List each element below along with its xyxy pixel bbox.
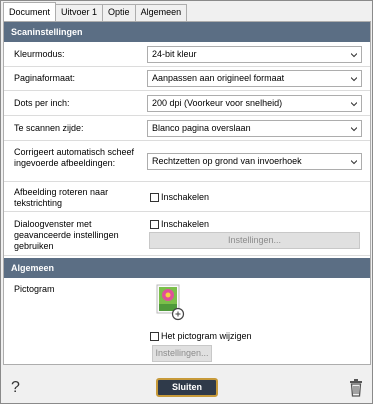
deskew-label: Corrigeert automatisch scheef ingevoerde…: [14, 147, 135, 168]
row-scan-side: Te scannen zijde: Blanco pagina overslaa…: [4, 116, 370, 141]
advanced-settings-button[interactable]: Instellingen...: [149, 232, 360, 249]
row-rotate: Afbeelding roteren naar tekstrichting In…: [4, 182, 370, 212]
dpi-select[interactable]: 200 dpi (Voorkeur voor snelheid): [147, 95, 362, 112]
trash-icon[interactable]: [349, 379, 363, 397]
scan-side-select[interactable]: Blanco pagina overslaan: [147, 120, 362, 137]
row-advanced: Dialoogvenster met geavanceerde instelli…: [4, 212, 370, 256]
color-mode-value: 24-bit kleur: [152, 49, 197, 59]
scan-side-value: Blanco pagina overslaan: [152, 123, 251, 133]
advanced-checkbox[interactable]: [150, 219, 159, 229]
change-icon-checkbox-label: Het pictogram wijzigen: [161, 331, 252, 341]
page-format-value: Aanpassen aan origineel formaat: [152, 73, 285, 83]
section-header-scan: Scaninstellingen: [4, 22, 370, 42]
deskew-value: Rechtzetten op grond van invoerhoek: [152, 156, 302, 166]
dialog-footer: ? Sluiten: [1, 367, 372, 403]
tab-output-1[interactable]: Uitvoer 1: [55, 4, 104, 21]
row-page-format: Paginaformaat: Aanpassen aan origineel f…: [4, 67, 370, 91]
rotate-checkbox-label: Inschakelen: [161, 192, 210, 202]
advanced-label: Dialoogvenster met geavanceerde instelli…: [14, 219, 119, 251]
icon-settings-button[interactable]: Instellingen...: [152, 345, 212, 362]
tab-document[interactable]: Document: [3, 2, 57, 21]
tab-option[interactable]: Optie: [102, 4, 136, 21]
page-format-label: Paginaformaat:: [14, 73, 76, 83]
dpi-value: 200 dpi (Voorkeur voor snelheid): [152, 98, 283, 108]
tab-bar: Document Uitvoer 1 Optie Algemeen: [3, 2, 188, 21]
color-mode-label: Kleurmodus:: [14, 49, 65, 59]
row-dpi: Dots per inch: 200 dpi (Voorkeur voor sn…: [4, 91, 370, 116]
scan-side-label: Te scannen zijde:: [14, 123, 84, 133]
chevron-down-icon: [351, 53, 357, 58]
change-icon-checkbox-group[interactable]: Het pictogram wijzigen: [150, 331, 252, 341]
rotate-checkbox[interactable]: [150, 192, 159, 202]
row-deskew: Corrigeert automatisch scheef ingevoerde…: [4, 141, 370, 182]
rotate-label: Afbeelding roteren naar tekstrichting: [14, 187, 109, 208]
image-thumbnail-icon: [156, 284, 185, 321]
help-icon[interactable]: ?: [11, 380, 20, 396]
close-button[interactable]: Sluiten: [156, 378, 218, 397]
icon-label: Pictogram: [14, 284, 55, 294]
chevron-down-icon: [351, 127, 357, 132]
section-header-general: Algemeen: [4, 258, 370, 278]
color-mode-select[interactable]: 24-bit kleur: [147, 46, 362, 63]
rotate-checkbox-group[interactable]: Inschakelen: [150, 192, 209, 202]
advanced-checkbox-group[interactable]: Inschakelen: [150, 219, 209, 229]
page-format-select[interactable]: Aanpassen aan origineel formaat: [147, 70, 362, 87]
dialog-window: Document Uitvoer 1 Optie Algemeen Scanin…: [0, 0, 373, 404]
chevron-down-icon: [351, 102, 357, 107]
chevron-down-icon: [351, 77, 357, 82]
advanced-checkbox-label: Inschakelen: [161, 219, 210, 229]
change-icon-checkbox[interactable]: [150, 331, 159, 341]
dpi-label: Dots per inch:: [14, 98, 70, 108]
tab-content: Scaninstellingen Kleurmodus: 24-bit kleu…: [3, 21, 371, 365]
deskew-select[interactable]: Rechtzetten op grond van invoerhoek: [147, 153, 362, 170]
chevron-down-icon: [351, 160, 357, 165]
row-color-mode: Kleurmodus: 24-bit kleur: [4, 42, 370, 67]
tab-general[interactable]: Algemeen: [134, 4, 188, 21]
